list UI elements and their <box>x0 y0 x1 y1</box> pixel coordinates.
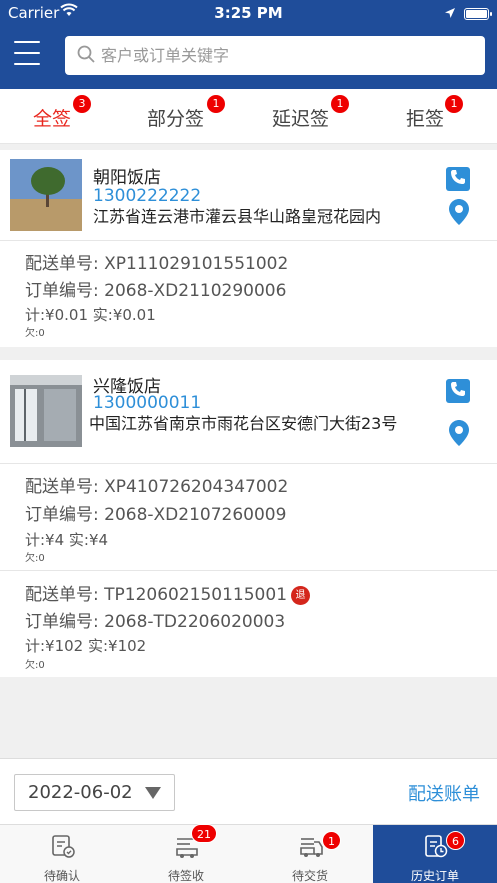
nav-history-orders[interactable]: 6 历史订单 <box>373 825 497 883</box>
tab-badge: 1 <box>207 95 225 113</box>
order-amount: 计:¥4 实:¥4 <box>25 531 109 549</box>
phone-icon <box>450 169 466 189</box>
tab-label: 延迟签 <box>272 108 330 130</box>
order-number: 订单编号: 2068-XD2110290006 <box>25 281 287 301</box>
nav-label: 历史订单 <box>410 869 459 883</box>
history-clock-icon <box>423 833 449 859</box>
delivery-bill-link[interactable]: 配送账单 <box>408 780 480 806</box>
shop-card: 兴隆饭店 1300000011 中国江苏省南京市雨花台区安德门大街23号 配送单… <box>0 360 497 677</box>
order-amount: 计:¥102 实:¥102 <box>25 637 147 655</box>
location-arrow-icon <box>444 5 456 23</box>
nav-badge: 21 <box>191 824 217 843</box>
shop-address: 中国江苏省南京市雨花台区安德门大街23号 <box>89 414 398 433</box>
location-pin-icon <box>449 420 469 450</box>
order-owed: 欠:0 <box>25 660 45 671</box>
shop-phone[interactable]: 1300000011 <box>93 393 201 413</box>
shop-thumbnail <box>10 159 82 231</box>
status-tabs: 全签 3 部分签 1 延迟签 1 拒签 1 <box>0 89 497 144</box>
confirm-doc-icon <box>50 833 76 859</box>
nav-label: 待确认 <box>43 869 80 883</box>
order-amount: 计:¥0.01 实:¥0.01 <box>25 306 156 324</box>
delivery-number: 配送单号: XP410726204347002 <box>25 477 289 497</box>
nav-label: 待交货 <box>291 869 328 883</box>
nav-pending-sign[interactable]: 21 待签收 <box>124 824 248 883</box>
search-bar[interactable] <box>65 36 485 75</box>
phone-icon <box>450 381 466 401</box>
tab-all-signed[interactable]: 全签 3 <box>33 95 91 131</box>
status-bar: Carrier 3:25 PM <box>0 0 497 26</box>
tab-delayed-signed[interactable]: 延迟签 1 <box>272 95 349 131</box>
order-item[interactable]: 配送单号: XP111029101551002 订单编号: 2068-XD211… <box>0 241 497 347</box>
navigate-button[interactable] <box>449 199 469 225</box>
location-pin-icon <box>449 199 469 229</box>
call-button[interactable] <box>446 379 470 403</box>
clock: 3:25 PM <box>214 4 283 22</box>
shop-name: 朝阳饭店 <box>93 168 161 188</box>
nav-badge: 1 <box>322 831 341 850</box>
order-number: 订单编号: 2068-TD2206020003 <box>25 612 286 632</box>
delivery-number: 配送单号: TP120602150115001 <box>25 585 288 605</box>
order-item[interactable]: 配送单号: XP410726204347002 订单编号: 2068-XD210… <box>0 464 497 571</box>
order-owed: 欠:0 <box>25 553 45 564</box>
tab-label: 拒签 <box>406 108 445 130</box>
shop-address: 江苏省连云港市灌云县华山路皇冠花园内 <box>93 207 382 226</box>
date-value: 2022-06-02 <box>28 782 133 803</box>
shop-phone[interactable]: 1300222222 <box>93 186 201 206</box>
shop-thumbnail <box>10 375 82 447</box>
nav-badge: 6 <box>446 831 465 850</box>
nav-label: 待签收 <box>167 869 204 883</box>
app-header: Carrier 3:25 PM <box>0 0 497 89</box>
delivery-number: 配送单号: XP111029101551002 <box>25 254 289 274</box>
shop-header[interactable]: 兴隆饭店 1300000011 中国江苏省南京市雨花台区安德门大街23号 <box>0 360 497 464</box>
bottom-nav: 待确认 21 待签收 1 待交货 6 历史订单 <box>0 824 497 883</box>
shop-card: 朝阳饭店 1300222222 江苏省连云港市灌云县华山路皇冠花园内 配送单号:… <box>0 150 497 347</box>
delivery-number-row: 配送单号: TP120602150115001 退 <box>25 580 311 605</box>
date-picker[interactable]: 2022-06-02 <box>14 774 175 811</box>
battery-icon <box>464 8 492 20</box>
delivery-truck-icon <box>298 833 324 859</box>
order-item[interactable]: 配送单号: TP120602150115001 退 订单编号: 2068-TD22… <box>0 571 497 677</box>
call-button[interactable] <box>446 167 470 191</box>
tab-badge: 3 <box>73 95 91 113</box>
shop-header[interactable]: 朝阳饭店 1300222222 江苏省连云港市灌云县华山路皇冠花园内 <box>0 150 497 241</box>
tab-partial-signed[interactable]: 部分签 1 <box>147 95 225 131</box>
order-number: 订单编号: 2068-XD2107260009 <box>25 505 287 525</box>
menu-button[interactable] <box>14 41 40 67</box>
return-tag: 退 <box>291 586 311 605</box>
tab-label: 部分签 <box>147 108 205 130</box>
dropdown-arrow-icon <box>145 787 161 799</box>
date-filter-bar: 2022-06-02 配送账单 <box>0 758 497 824</box>
tab-badge: 1 <box>445 95 463 113</box>
tab-rejected[interactable]: 拒签 1 <box>406 95 463 131</box>
order-owed: 欠:0 <box>25 328 45 339</box>
tab-label: 全签 <box>33 108 72 130</box>
search-icon <box>77 45 95 67</box>
nav-pending-delivery[interactable]: 1 待交货 <box>248 825 372 883</box>
search-input[interactable] <box>101 46 461 65</box>
nav-pending-confirm[interactable]: 待确认 <box>0 825 124 883</box>
tab-badge: 1 <box>331 95 349 113</box>
navigate-button[interactable] <box>449 420 469 446</box>
